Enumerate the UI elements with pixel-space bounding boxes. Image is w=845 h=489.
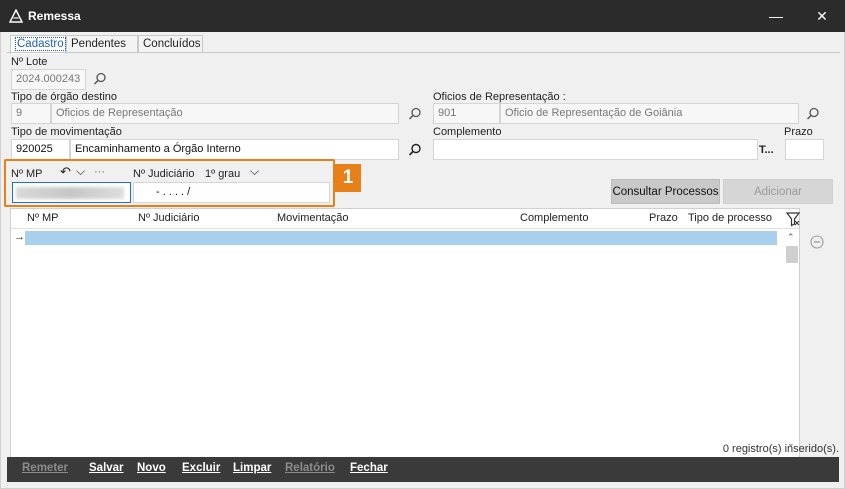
selected-row-cells[interactable] bbox=[25, 231, 777, 245]
oficios-name-field[interactable]: Oficio de Representação de Goiânia bbox=[500, 103, 799, 124]
salvar-button[interactable]: Salvar bbox=[89, 462, 124, 474]
movimentacao-code-field[interactable]: 920025 bbox=[11, 139, 70, 160]
prazo-field[interactable] bbox=[785, 139, 824, 160]
bottom-toolbar: Remeter Salvar Novo Excluir Limpar Relat… bbox=[7, 457, 839, 482]
window-title: Remessa bbox=[28, 9, 81, 23]
excluir-button[interactable]: Excluir bbox=[182, 462, 220, 474]
fechar-button[interactable]: Fechar bbox=[350, 462, 388, 474]
lote-search-icon[interactable] bbox=[93, 72, 107, 86]
col-header-prazo[interactable]: Prazo bbox=[649, 212, 678, 224]
scroll-thumb[interactable] bbox=[786, 246, 798, 263]
col-header-judiciario[interactable]: Nº Judiciário bbox=[138, 212, 199, 224]
row-indicator-icon: → bbox=[14, 231, 25, 243]
orgao-destino-code-field[interactable]: 9 bbox=[11, 103, 51, 124]
table-row[interactable]: → bbox=[11, 230, 781, 246]
status-text: 0 registro(s) inserido(s). bbox=[722, 443, 839, 455]
complemento-field[interactable] bbox=[433, 139, 758, 160]
relatorio-button[interactable]: Relatório bbox=[285, 462, 335, 474]
col-header-movimentacao[interactable]: Movimentação bbox=[277, 212, 349, 224]
tab-divider bbox=[7, 52, 840, 53]
highlight-box bbox=[4, 159, 335, 207]
limpar-button[interactable]: Limpar bbox=[233, 462, 271, 474]
tab-concluidos[interactable]: Concluídos bbox=[138, 35, 203, 53]
title-bar: Remessa — ✕ bbox=[0, 0, 845, 32]
lote-label: Nº Lote bbox=[11, 56, 48, 68]
col-header-tipo-processo[interactable]: Tipo de processo bbox=[688, 212, 772, 224]
grid-header: Nº MP Nº Judiciário Movimentação Complem… bbox=[11, 209, 799, 229]
lote-field[interactable]: 2024.000243 bbox=[11, 69, 86, 90]
app-logo-icon bbox=[8, 8, 24, 23]
scroll-up-icon[interactable]: ⌃ bbox=[787, 232, 795, 243]
orgao-destino-label: Tipo de órgão destino bbox=[11, 91, 117, 103]
processes-grid: Nº MP Nº Judiciário Movimentação Complem… bbox=[10, 208, 800, 458]
consultar-processos-button[interactable]: Consultar Processos bbox=[611, 179, 720, 204]
vertical-scrollbar[interactable]: ⌃ ⌄ bbox=[785, 230, 799, 457]
orgao-destino-name-field[interactable]: Oficios de Representação bbox=[51, 103, 399, 124]
movimentacao-search-icon[interactable] bbox=[408, 143, 422, 157]
remove-row-icon[interactable] bbox=[810, 235, 824, 249]
novo-button[interactable]: Novo bbox=[137, 462, 166, 474]
oficios-code-field[interactable]: 901 bbox=[433, 103, 500, 124]
complemento-suffix[interactable]: T... bbox=[759, 144, 774, 156]
window-frame: Cadastro Pendentes Concluídos Nº Lote 20… bbox=[0, 32, 845, 489]
oficios-label: Oficios de Representação : bbox=[433, 91, 566, 103]
col-header-complemento[interactable]: Complemento bbox=[520, 212, 588, 224]
close-button[interactable]: ✕ bbox=[799, 0, 845, 32]
prazo-label: Prazo bbox=[784, 126, 813, 138]
col-header-mp[interactable]: Nº MP bbox=[27, 212, 59, 224]
tab-pendentes[interactable]: Pendentes bbox=[66, 35, 138, 53]
filter-icon[interactable] bbox=[785, 211, 801, 227]
highlight-badge: 1 bbox=[335, 164, 361, 192]
minimize-button[interactable]: — bbox=[753, 0, 799, 32]
movimentacao-name-field[interactable]: Encaminhamento a Órgão Interno bbox=[70, 139, 399, 160]
movimentacao-label: Tipo de movimentação bbox=[11, 126, 122, 138]
remeter-button[interactable]: Remeter bbox=[22, 462, 68, 474]
orgao-destino-search-icon[interactable] bbox=[408, 107, 422, 121]
oficios-search-icon[interactable] bbox=[806, 107, 820, 121]
adicionar-button[interactable]: Adicionar bbox=[723, 179, 833, 204]
complemento-label: Complemento bbox=[433, 126, 502, 138]
